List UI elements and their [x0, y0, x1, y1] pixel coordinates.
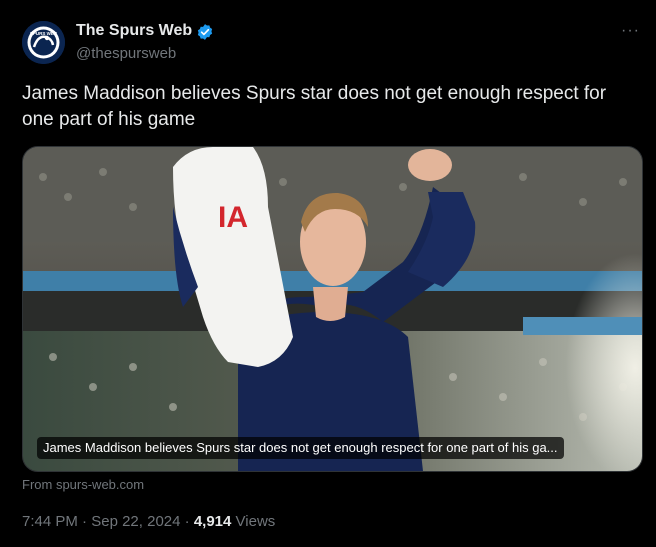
meta-separator: · [184, 513, 190, 530]
avatar[interactable]: SPURS WEB [22, 21, 65, 64]
tweet-time[interactable]: 7:44 PM [22, 513, 78, 530]
tweet-metadata: 7:44 PM · Sep 22, 2024 · 4,914 Views [22, 513, 275, 530]
meta-separator: · [82, 513, 88, 530]
verified-badge-icon [197, 24, 213, 40]
views-label: Views [235, 513, 276, 530]
tweet-date[interactable]: Sep 22, 2024 [91, 513, 180, 530]
more-options-icon[interactable]: ··· [621, 22, 640, 40]
author-display-name[interactable]: The Spurs Web [76, 22, 192, 40]
svg-text:IA: IA [218, 201, 248, 234]
avatar-logo-text: SPURS WEB [30, 31, 58, 36]
tweet: SPURS WEB The Spurs Web @thespursweb ···… [0, 0, 656, 547]
author-handle[interactable]: @thespursweb [76, 45, 176, 62]
views-count: 4,914 [193, 513, 232, 530]
card-source-link[interactable]: From spurs-web.com [22, 477, 144, 492]
card-image: IA [23, 147, 642, 471]
spurs-web-logo-icon: SPURS WEB [22, 21, 65, 64]
card-caption: James Maddison believes Spurs star does … [37, 437, 564, 459]
link-card[interactable]: IA James Maddison believes Spurs star do… [22, 146, 643, 472]
tweet-text: James Maddison believes Spurs star does … [22, 83, 607, 130]
